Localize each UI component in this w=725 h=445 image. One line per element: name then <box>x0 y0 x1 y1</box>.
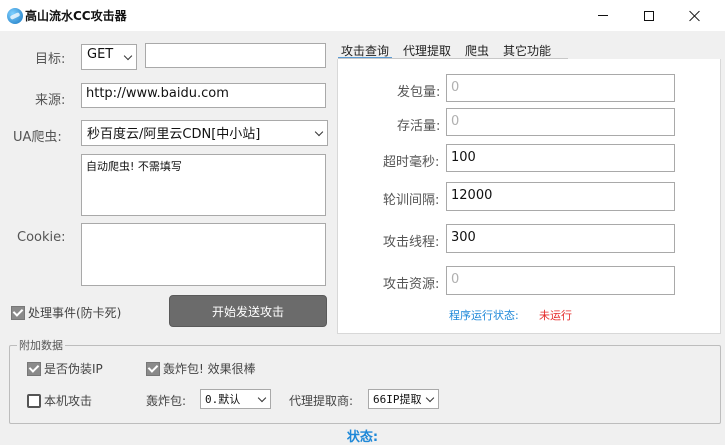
timeout-input[interactable]: 100 <box>446 144 675 172</box>
target-label: 目标: <box>35 52 66 67</box>
ua-select[interactable]: 秒百度云/阿里云CDN[中小站] <box>81 120 328 146</box>
chevron-down-icon <box>314 127 324 136</box>
checkbox-checked-icon <box>11 305 25 320</box>
referer-label: 来源: <box>35 93 66 108</box>
poll-interval-input[interactable]: 12000 <box>446 182 675 211</box>
checkbox-checked-icon <box>146 361 160 376</box>
maximize-button[interactable] <box>626 0 672 31</box>
packets-input[interactable]: 0 <box>446 74 675 102</box>
poll-interval-label: 轮训间隔: <box>383 193 440 208</box>
fake-ip-checkbox[interactable]: 是否伪装IP <box>27 360 103 377</box>
tab-bar: 攻击查询 代理提取 爬虫 其它功能 <box>338 41 562 59</box>
close-button[interactable] <box>672 0 718 31</box>
cookie-textarea[interactable] <box>81 223 326 286</box>
chevron-down-icon <box>123 51 133 60</box>
packets-label: 发包量: <box>397 85 441 100</box>
minimize-icon <box>598 15 608 16</box>
handle-events-checkbox[interactable]: 处理事件(防卡死) <box>11 304 121 321</box>
alive-label: 存活量: <box>397 119 441 134</box>
chevron-down-icon <box>257 393 267 402</box>
referer-input[interactable]: http://www.baidu.com <box>81 83 326 108</box>
title-bar: 高山流水CC攻击器 <box>0 0 725 31</box>
tab-other-functions[interactable]: 其它功能 <box>500 41 554 59</box>
bomb-pack-label: 轰炸包: <box>146 394 187 408</box>
tab-proxy-extract[interactable]: 代理提取 <box>400 41 454 59</box>
tab-attack-query[interactable]: 攻击查询 <box>338 41 393 59</box>
tab-crawler[interactable]: 爬虫 <box>462 41 492 59</box>
cookie-label: Cookie: <box>17 230 66 245</box>
bomb-label: 轰炸包! 效果很棒 <box>163 362 256 376</box>
checkbox-checked-icon <box>27 361 41 376</box>
timeout-label: 超时毫秒: <box>383 155 440 170</box>
local-attack-label: 本机攻击 <box>44 394 93 408</box>
alive-input[interactable]: 0 <box>446 108 675 136</box>
ua-textarea[interactable]: 自动爬虫! 不需填写 <box>81 154 326 216</box>
proxy-provider-select[interactable]: 66IP提取 <box>368 389 439 409</box>
bomb-checkbox[interactable]: 轰炸包! 效果很棒 <box>146 360 256 377</box>
checkbox-unchecked-icon <box>27 393 41 408</box>
minimize-button[interactable] <box>580 0 626 31</box>
maximize-icon <box>644 10 654 21</box>
bomb-pack-select[interactable]: 0.默认 <box>200 389 271 409</box>
threads-input[interactable]: 300 <box>446 224 675 253</box>
run-status-value: 未运行 <box>539 309 572 322</box>
bomb-pack-dropdown-button[interactable] <box>254 390 270 408</box>
run-status-label: 程序运行状态: <box>449 309 519 322</box>
proxy-provider-dropdown-button[interactable] <box>422 390 438 408</box>
method-value: GET <box>87 47 114 62</box>
handle-events-label: 处理事件(防卡死) <box>28 306 122 320</box>
threads-label: 攻击线程: <box>383 235 440 250</box>
ua-dropdown-button[interactable] <box>311 121 327 145</box>
method-select[interactable]: GET <box>81 44 137 70</box>
target-input[interactable] <box>145 43 326 68</box>
fake-ip-label: 是否伪装IP <box>44 362 103 376</box>
proxy-provider-value: 66IP提取 <box>373 393 422 406</box>
app-logo-icon <box>7 8 23 24</box>
chevron-down-icon <box>425 393 435 402</box>
local-attack-checkbox[interactable]: 本机攻击 <box>27 392 92 409</box>
extra-data-group <box>9 345 721 424</box>
bomb-pack-value: 0.默认 <box>205 393 241 406</box>
footer-status: 状态: <box>346 430 379 445</box>
ua-value: 秒百度云/阿里云CDN[中小站] <box>87 127 261 142</box>
resource-label: 攻击资源: <box>383 277 440 292</box>
method-dropdown-button[interactable] <box>120 45 136 69</box>
extra-data-title: 附加数据 <box>17 337 65 353</box>
resource-input[interactable]: 0 <box>446 266 675 295</box>
window-title: 高山流水CC攻击器 <box>25 9 127 23</box>
ua-label: UA爬虫: <box>13 130 62 145</box>
close-icon <box>689 10 701 22</box>
proxy-provider-label: 代理提取商: <box>289 394 354 408</box>
start-attack-button[interactable]: 开始发送攻击 <box>169 295 327 327</box>
